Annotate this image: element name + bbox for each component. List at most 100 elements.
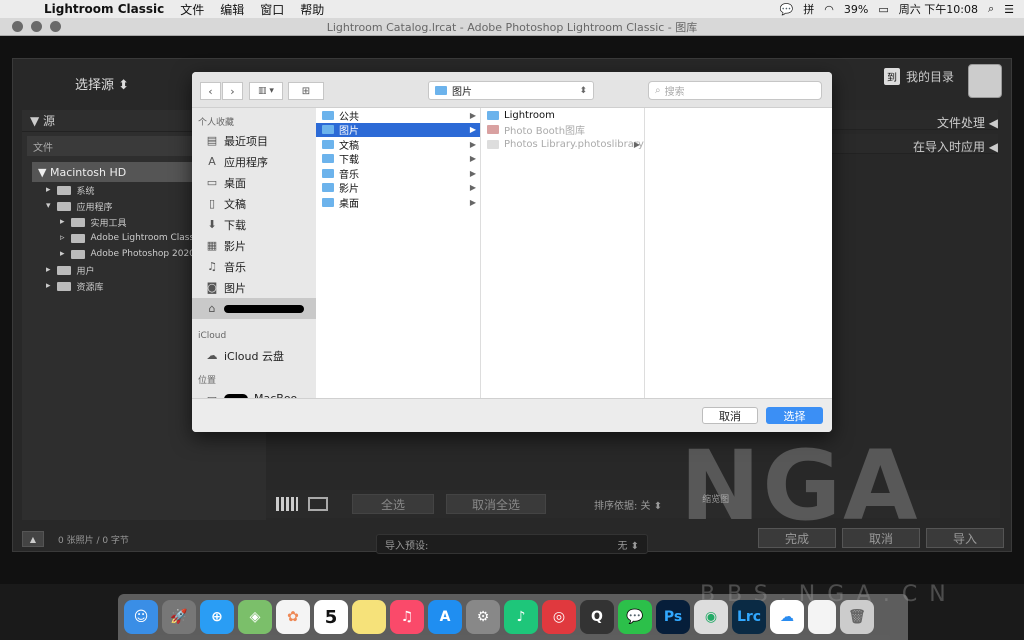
system-preferences-icon[interactable]: ⚙ [466,600,500,634]
chevron-right-icon: ▶ [469,168,476,178]
music-icon: ♫ [207,259,217,273]
library-label: Photos Library.photoslibrary [504,138,644,150]
library-row: Photo Booth图库 [481,123,644,137]
input-method[interactable]: 拼 [803,1,814,17]
baidu-netdisk-icon[interactable]: ☁ [770,600,804,634]
lightroom-cc-icon[interactable]: ◉ [694,600,728,634]
photoshop-icon[interactable]: Ps [656,600,690,634]
expand-icon[interactable]: ▸ [60,217,65,227]
apply-during-import-panel-toggle[interactable]: 在导入时应用 ◀ [913,138,998,155]
calendar-icon[interactable]: 5 [314,600,348,634]
sidebar-item-recent[interactable]: ▤ 最近项目 [192,130,316,151]
spotlight-icon[interactable]: ⌕ [988,2,994,16]
folder-icon [56,185,71,195]
sidebar-item-pictures[interactable]: ◙ 图片 [192,277,316,298]
sidebar-item-applications[interactable]: A 应用程序 [192,151,316,172]
chevron-right-icon: ▶ [633,139,640,149]
sort-selector[interactable]: 排序依据: 关 ⬍ [594,497,662,512]
folder-label: Lightroom [504,109,555,121]
folder-icon [56,281,71,291]
menu-window[interactable]: 窗口 [260,1,284,18]
wechat-icon[interactable]: 💬 [618,600,652,634]
folder-icon [322,139,334,149]
dialog-toolbar: ‹ › ▥ ▾ ⊞ 图片 ⬍ ⌕ 搜索 [192,72,832,108]
folder-row[interactable]: 影片 ▶ [316,181,480,195]
folder-row[interactable]: 下载 ▶ [316,152,480,166]
sidebar-item-icloud-drive[interactable]: ☁ iCloud 云盘 [192,345,316,366]
photos-icon[interactable]: ✿ [276,600,310,634]
library-row: Photos Library.photoslibrary ▶ [481,137,644,152]
menu-bar: Lightroom Classic 文件 编辑 窗口 帮助 💬 拼 ◠ 39% … [0,0,1024,18]
notification-center-icon[interactable]: ☰ [1004,3,1014,16]
sidebar-item-home[interactable]: ⌂ [192,298,316,319]
maps-icon[interactable]: ◈ [238,600,272,634]
menu-help[interactable]: 帮助 [300,1,324,18]
recent-icon: ▤ [206,133,218,147]
music-icon[interactable]: ♫ [390,600,424,634]
expand-icon[interactable]: ▸ [60,249,65,259]
safari-icon[interactable]: ⊕ [200,600,234,634]
collapse-icon[interactable]: ▲ [22,531,44,547]
document-icon[interactable] [808,600,836,634]
sidebar-item-documents[interactable]: ▯ 文稿 [192,193,316,214]
search-field[interactable]: ⌕ 搜索 [648,81,822,100]
chevron-right-icon: ▶ [469,183,476,193]
app-menu[interactable]: Lightroom Classic [44,2,164,16]
forward-button[interactable]: › [222,82,243,100]
folder-icon [70,249,85,259]
qqmusic-icon[interactable]: ♪ [504,600,538,634]
folder-icon [70,233,85,243]
destination-selector[interactable]: 到 我的目录 [883,68,954,85]
sidebar-item-desktop[interactable]: ▭ 桌面 [192,172,316,193]
folder-row[interactable]: 文稿 ▶ [316,137,480,152]
folder-row[interactable]: 公共 ▶ [316,108,480,123]
location-label: 图片 [452,87,472,98]
deselect-all-button[interactable]: 取消全选 [446,494,546,514]
netease-music-icon[interactable]: ◎ [542,600,576,634]
desktop-icon: ▭ [206,175,218,189]
import-preset-selector[interactable]: 导入预设: 无 ⬍ [376,534,648,554]
expand-icon[interactable]: ▸ [46,265,51,275]
battery-percent[interactable]: 39% [844,3,868,16]
new-folder-button[interactable]: ⊞ [288,82,324,100]
dialog-sidebar: 个人收藏 ▤ 最近项目 A 应用程序 ▭ 桌面 ▯ 文稿 ⬇ 下载 ▦ 影片 ♫ 音乐 ◙ 图片… [192,108,316,405]
folder-row[interactable]: 音乐 ▶ [316,166,480,181]
folder-row[interactable]: Lightroom [481,108,644,123]
select-all-button[interactable]: 全选 [352,494,434,514]
cancel-button[interactable]: 取消 [702,407,758,424]
appstore-icon[interactable]: A [428,600,462,634]
sidebar-item-music[interactable]: ♫ 音乐 [192,256,316,277]
import-preset-label: 导入预设: [385,540,429,552]
view-mode-button[interactable]: ▥ ▾ [249,82,283,100]
wifi-icon[interactable]: ◠ [824,3,834,16]
quicktime-icon[interactable]: Q [580,600,614,634]
lightroom-classic-icon[interactable]: Lrc [732,600,766,634]
file-handling-panel-toggle[interactable]: 文件处理 ◀ [937,114,998,131]
launchpad-icon[interactable]: 🚀 [162,600,196,634]
menu-edit[interactable]: 编辑 [220,1,244,18]
loupe-view-icon[interactable] [308,497,328,511]
clock[interactable]: 周六 下午10:08 [899,1,978,17]
import-button[interactable]: 导入 [926,528,1004,548]
back-button[interactable]: ‹ [200,82,221,100]
battery-icon[interactable]: ▭ [878,3,888,16]
menu-file[interactable]: 文件 [180,1,204,18]
folder-row[interactable]: 图片 ▶ [316,122,480,137]
expand-icon[interactable]: ▸ [46,281,51,291]
notes-icon[interactable] [352,600,386,634]
grid-view-icon[interactable] [276,497,298,511]
folder-icon [322,110,334,120]
expand-icon[interactable]: ▹ [60,233,65,243]
choose-button[interactable]: 选择 [766,407,823,424]
wechat-status-icon[interactable]: 💬 [780,3,794,16]
select-source-button[interactable]: 选择源 ⬍ [12,58,192,108]
sidebar-item-movies[interactable]: ▦ 影片 [192,235,316,256]
location-popup[interactable]: 图片 ⬍ [428,81,594,100]
trash-icon[interactable]: 🗑 [840,600,874,634]
expand-icon[interactable]: ▸ [46,185,51,195]
expand-icon[interactable]: ▾ [46,201,51,211]
finder-icon[interactable]: ☺ [124,600,158,634]
folder-row[interactable]: 桌面 ▶ [316,195,480,210]
chevron-right-icon: ▶ [469,125,476,135]
sidebar-item-downloads[interactable]: ⬇ 下载 [192,214,316,235]
